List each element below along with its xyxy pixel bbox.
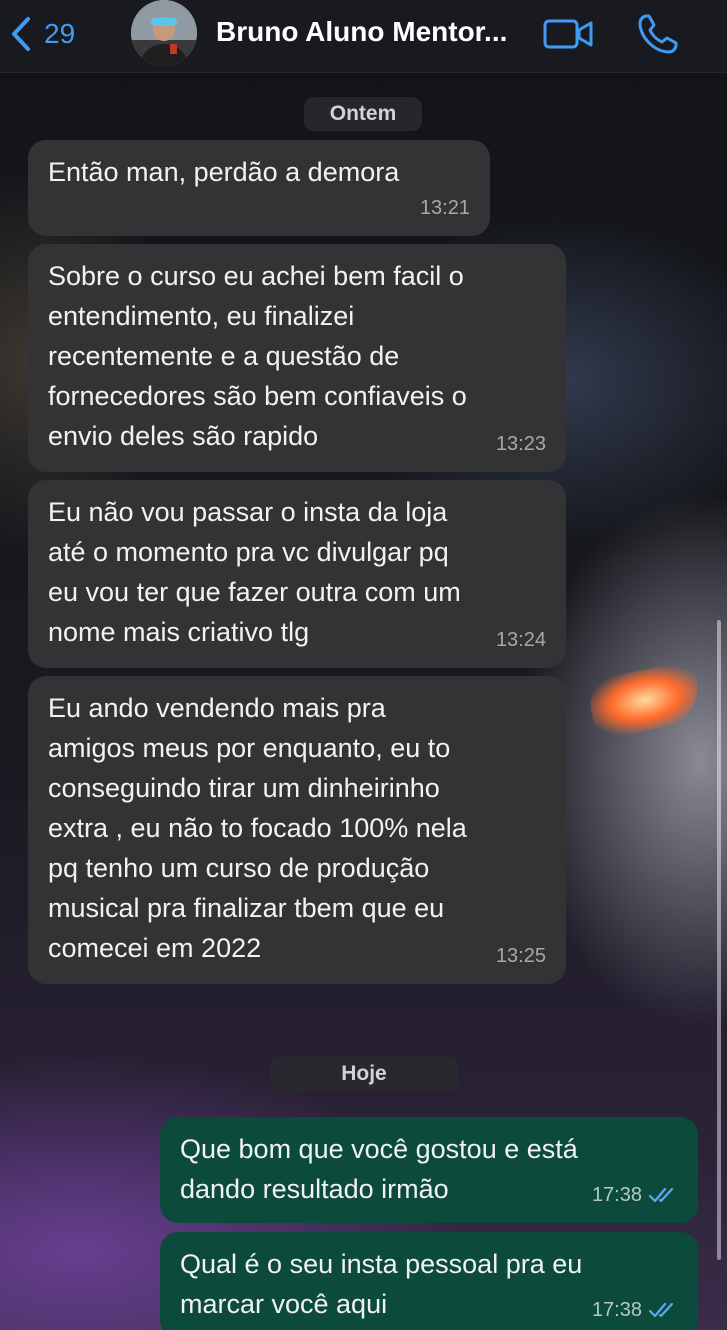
chevron-left-icon <box>12 17 30 51</box>
message-time: 13:24 <box>495 629 546 651</box>
voice-call-button[interactable] <box>636 12 680 56</box>
message-time: 13:21 <box>419 197 470 219</box>
message-time: 13:25 <box>495 945 546 967</box>
message-time: 13:23 <box>495 433 546 455</box>
message-meta: 13:25 <box>496 936 546 976</box>
date-chip-today: Hoje <box>270 1057 458 1091</box>
message-bubble-incoming[interactable]: Sobre o curso eu achei bem facil o enten… <box>28 244 566 472</box>
phone-icon <box>638 14 678 54</box>
message-bubble-outgoing[interactable]: Qual é o seu insta pessoal pra eu marcar… <box>160 1232 698 1330</box>
chat-header: 29 Bruno Aluno Mentor... <box>0 0 727 73</box>
video-call-button[interactable] <box>543 16 595 52</box>
contact-name[interactable]: Bruno Aluno Mentor... <box>216 16 526 48</box>
message-text: Então man, perdão a demora <box>48 157 400 187</box>
message-text: Eu ando vendendo mais pra amigos meus po… <box>48 693 467 963</box>
unread-count: 29 <box>44 18 76 49</box>
message-time: 17:38 <box>591 1184 642 1206</box>
read-receipt-icon <box>648 1302 674 1318</box>
message-meta: 17:38 <box>592 1175 678 1215</box>
message-meta: 13:23 <box>496 424 546 464</box>
scroll-indicator[interactable] <box>717 620 721 1260</box>
message-meta: 13:21 <box>420 188 470 228</box>
video-camera-icon <box>543 19 593 49</box>
message-bubble-incoming[interactable]: Eu não vou passar o insta da loja até o … <box>28 480 566 668</box>
message-meta: 13:24 <box>496 620 546 660</box>
back-button[interactable]: 29 <box>10 12 75 56</box>
chat-screen: 29 Bruno Aluno Mentor... Ontem Então man… <box>0 0 727 1330</box>
wallpaper-car-light <box>584 659 706 741</box>
message-time: 17:38 <box>591 1299 642 1321</box>
message-bubble-outgoing[interactable]: Que bom que você gostou e está dando res… <box>160 1117 698 1223</box>
avatar[interactable] <box>131 0 197 66</box>
message-text: Sobre o curso eu achei bem facil o enten… <box>48 261 467 451</box>
date-chip-yesterday: Ontem <box>304 97 422 131</box>
avatar-photo-icon <box>131 0 197 66</box>
read-receipt-icon <box>648 1187 674 1203</box>
message-meta: 17:38 <box>592 1290 678 1330</box>
message-bubble-incoming[interactable]: Eu ando vendendo mais pra amigos meus po… <box>28 676 566 984</box>
message-bubble-incoming[interactable]: Então man, perdão a demora 13:21 <box>28 140 490 236</box>
message-text: Eu não vou passar o insta da loja até o … <box>48 497 461 647</box>
